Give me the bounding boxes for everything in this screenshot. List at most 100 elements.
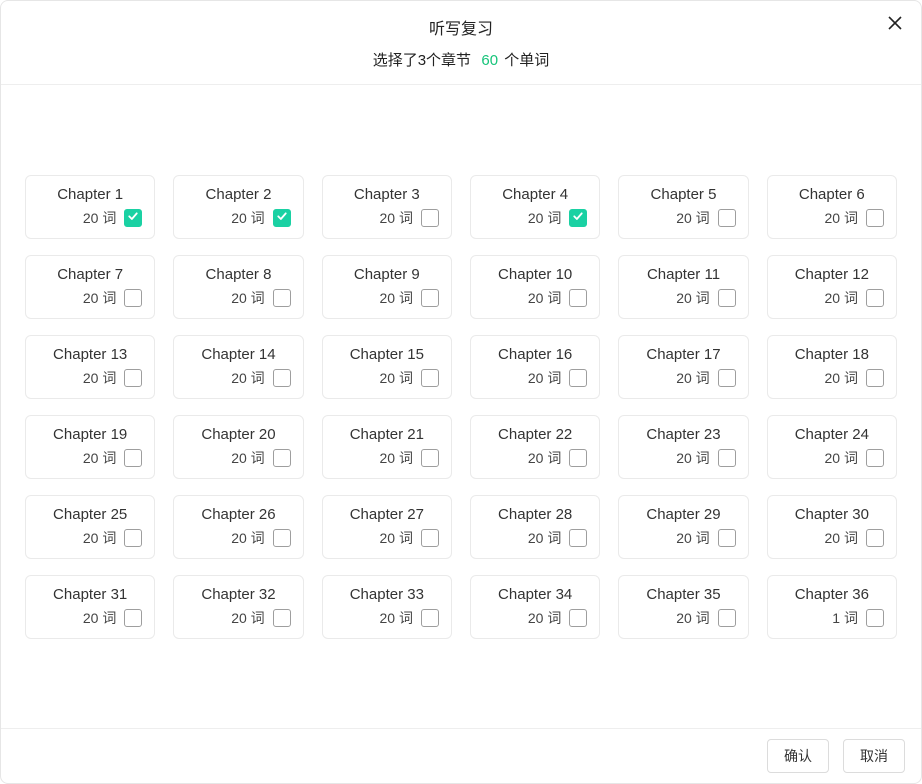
chapter-checkbox[interactable]: [866, 209, 884, 227]
chapter-card[interactable]: Chapter 31 20 词: [25, 575, 155, 639]
chapter-checkbox[interactable]: [421, 449, 439, 467]
chapter-card[interactable]: Chapter 2720 词: [322, 495, 452, 559]
chapter-card[interactable]: Chapter 820 词: [173, 255, 303, 319]
chapter-card[interactable]: Chapter 2320 词: [618, 415, 748, 479]
chapter-card[interactable]: Chapter 3520 词: [618, 575, 748, 639]
chapter-title: Chapter 2: [186, 186, 290, 204]
chapter-meta-row: 20 词: [38, 208, 142, 228]
chapter-checkbox[interactable]: [124, 209, 142, 227]
chapter-card[interactable]: Chapter 1020 词: [470, 255, 600, 319]
chapter-checkbox[interactable]: [866, 369, 884, 387]
chapter-checkbox[interactable]: [421, 369, 439, 387]
chapter-card[interactable]: Chapter 2520 词: [25, 495, 155, 559]
chapter-card[interactable]: Chapter 3020 词: [767, 495, 897, 559]
chapter-card[interactable]: Chapter 3320 词: [322, 575, 452, 639]
chapter-card[interactable]: Chapter 1320 词: [25, 335, 155, 399]
chapter-checkbox[interactable]: [421, 289, 439, 307]
chapter-checkbox[interactable]: [273, 369, 291, 387]
chapter-card[interactable]: Chapter 3220 词: [173, 575, 303, 639]
chapter-card[interactable]: Chapter 3420 词: [470, 575, 600, 639]
chapter-checkbox[interactable]: [273, 449, 291, 467]
close-icon: [887, 15, 903, 36]
chapter-checkbox[interactable]: [273, 529, 291, 547]
chapter-card[interactable]: Chapter 1120 词: [618, 255, 748, 319]
chapter-card[interactable]: Chapter 2920 词: [618, 495, 748, 559]
chapter-word-count: 20 词: [380, 448, 413, 468]
chapter-meta-row: 20 词: [186, 528, 290, 548]
chapter-checkbox[interactable]: [718, 449, 736, 467]
chapter-card[interactable]: Chapter 361 词: [767, 575, 897, 639]
chapter-checkbox[interactable]: [569, 369, 587, 387]
chapter-card[interactable]: Chapter 2620 词: [173, 495, 303, 559]
chapter-card[interactable]: Chapter 1 20 词: [25, 175, 155, 239]
chapter-checkbox[interactable]: [273, 289, 291, 307]
chapter-checkbox[interactable]: [124, 289, 142, 307]
chapter-checkbox[interactable]: [124, 609, 142, 627]
chapter-title: Chapter 1: [38, 186, 142, 204]
chapter-card[interactable]: Chapter 920 词: [322, 255, 452, 319]
chapter-checkbox[interactable]: [273, 209, 291, 227]
chapter-checkbox[interactable]: [866, 289, 884, 307]
chapter-card[interactable]: Chapter 2420 词: [767, 415, 897, 479]
chapter-checkbox[interactable]: [569, 449, 587, 467]
chapter-meta-row: 20 词: [38, 608, 142, 628]
chapter-title: Chapter 35: [631, 586, 735, 604]
chapter-checkbox[interactable]: [569, 289, 587, 307]
chapter-card[interactable]: Chapter 1220 词: [767, 255, 897, 319]
chapter-card[interactable]: Chapter 2220 词: [470, 415, 600, 479]
chapter-card[interactable]: Chapter 2020 词: [173, 415, 303, 479]
chapter-checkbox[interactable]: [718, 609, 736, 627]
chapter-card[interactable]: Chapter 720 词: [25, 255, 155, 319]
chapter-card[interactable]: Chapter 2820 词: [470, 495, 600, 559]
chapter-card[interactable]: Chapter 1620 词: [470, 335, 600, 399]
chapter-checkbox[interactable]: [866, 609, 884, 627]
chapter-checkbox[interactable]: [866, 449, 884, 467]
chapter-checkbox[interactable]: [273, 609, 291, 627]
check-icon: [572, 209, 584, 227]
close-button[interactable]: [883, 13, 907, 37]
chapter-title: Chapter 23: [631, 426, 735, 444]
chapter-card[interactable]: Chapter 1920 词: [25, 415, 155, 479]
chapter-card[interactable]: Chapter 1520 词: [322, 335, 452, 399]
chapter-checkbox[interactable]: [718, 289, 736, 307]
chapter-card[interactable]: Chapter 1720 词: [618, 335, 748, 399]
chapter-card[interactable]: Chapter 620 词: [767, 175, 897, 239]
chapter-word-count: 20 词: [528, 608, 561, 628]
chapter-word-count: 20 词: [83, 288, 116, 308]
chapter-checkbox[interactable]: [421, 209, 439, 227]
chapter-checkbox[interactable]: [421, 609, 439, 627]
chapter-card[interactable]: Chapter 2120 词: [322, 415, 452, 479]
chapter-checkbox[interactable]: [124, 449, 142, 467]
chapter-title: Chapter 33: [335, 586, 439, 604]
chapter-card[interactable]: Chapter 1820 词: [767, 335, 897, 399]
chapter-checkbox[interactable]: [718, 209, 736, 227]
chapter-card[interactable]: Chapter 220 词: [173, 175, 303, 239]
chapter-card[interactable]: Chapter 1420 词: [173, 335, 303, 399]
chapter-checkbox[interactable]: [124, 529, 142, 547]
chapter-title: Chapter 18: [780, 346, 884, 364]
chapter-word-count: 20 词: [528, 208, 561, 228]
chapter-meta-row: 20 词: [186, 368, 290, 388]
chapter-title: Chapter 31: [38, 586, 142, 604]
confirm-button[interactable]: 确认: [767, 739, 829, 773]
chapter-card[interactable]: Chapter 520 词: [618, 175, 748, 239]
chapter-checkbox[interactable]: [421, 529, 439, 547]
chapter-word-count: 20 词: [528, 528, 561, 548]
chapter-title: Chapter 20: [186, 426, 290, 444]
chapter-card[interactable]: Chapter 320 词: [322, 175, 452, 239]
chapter-word-count: 20 词: [528, 368, 561, 388]
chapter-checkbox[interactable]: [718, 529, 736, 547]
dialog-title: 听写复习: [17, 11, 905, 49]
chapter-checkbox[interactable]: [569, 609, 587, 627]
cancel-button[interactable]: 取消: [843, 739, 905, 773]
chapter-word-count: 20 词: [83, 528, 116, 548]
chapter-checkbox[interactable]: [866, 529, 884, 547]
chapter-checkbox[interactable]: [569, 529, 587, 547]
chapter-checkbox[interactable]: [718, 369, 736, 387]
chapter-card[interactable]: Chapter 420 词: [470, 175, 600, 239]
chapter-checkbox[interactable]: [569, 209, 587, 227]
chapter-word-count: 20 词: [231, 528, 264, 548]
chapter-checkbox[interactable]: [124, 369, 142, 387]
chapter-meta-row: 20 词: [335, 448, 439, 468]
chapter-word-count: 20 词: [83, 208, 116, 228]
